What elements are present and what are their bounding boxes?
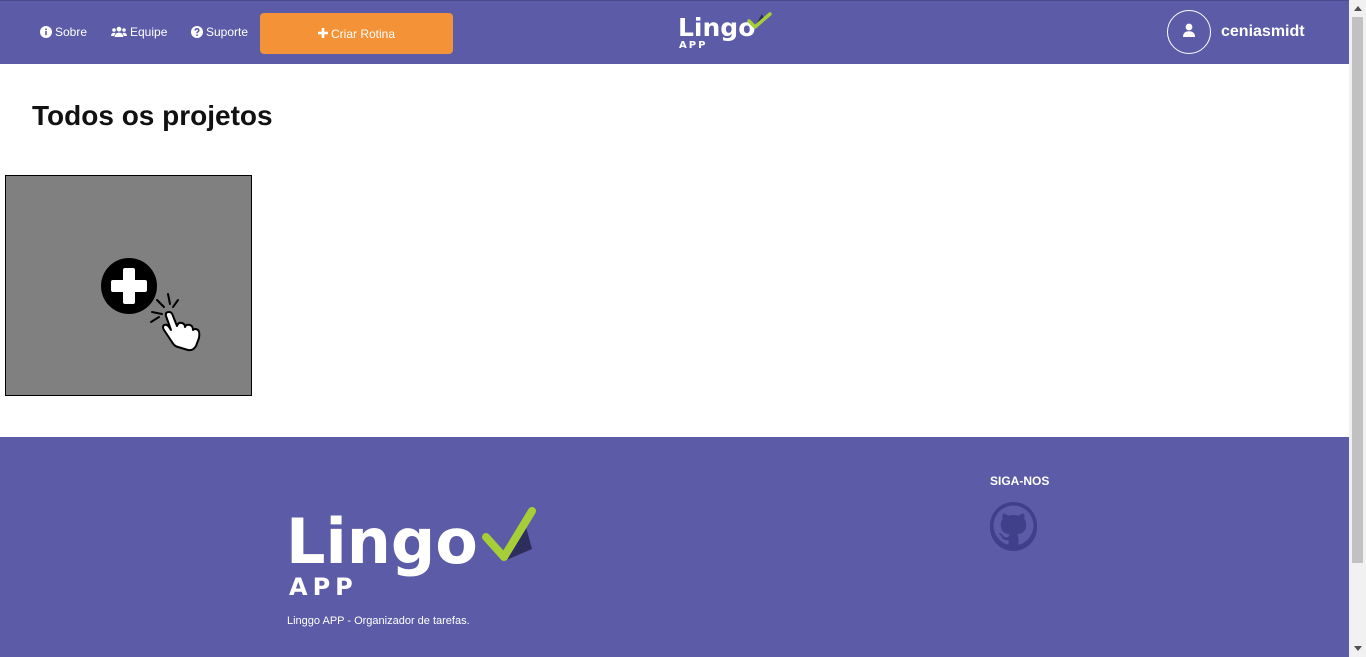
scroll-thumb[interactable] [1352, 17, 1363, 563]
footer-tagline: Linggo APP - Organizador de tarefas. [287, 615, 470, 627]
top-navbar: Sobre Equipe Suporte Criar Rotina Lingo … [0, 0, 1349, 64]
footer-check-icon [482, 507, 536, 561]
page: Sobre Equipe Suporte Criar Rotina Lingo … [0, 0, 1349, 657]
create-routine-label: Criar Rotina [330, 26, 396, 41]
scroll-up-arrow[interactable] [1349, 0, 1366, 17]
user-icon [1183, 23, 1195, 42]
add-click-icon [101, 258, 201, 352]
vertical-scrollbar[interactable] [1349, 0, 1366, 657]
scroll-down-arrow[interactable] [1349, 640, 1366, 657]
username-link[interactable]: ceniasmidt [1221, 23, 1305, 41]
logo-word: Lingo [678, 13, 755, 42]
nav-suporte-link[interactable]: Suporte [191, 25, 248, 39]
logo-sub: APP [679, 40, 707, 51]
github-link[interactable] [990, 501, 1037, 554]
users-icon [111, 26, 127, 38]
nav-sobre-link[interactable]: Sobre [40, 25, 87, 39]
user-avatar-button[interactable] [1167, 10, 1211, 54]
footer: Lingo APP Linggo APP - Organizador de ta… [0, 437, 1349, 657]
nav-equipe-label: Equipe [130, 25, 168, 39]
nav-equipe-link[interactable]: Equipe [111, 25, 167, 39]
create-routine-button[interactable]: Criar Rotina [260, 13, 453, 54]
new-project-card[interactable] [5, 175, 252, 396]
nav-suporte-label: Suporte [206, 25, 249, 39]
header-logo[interactable]: Lingo APP [676, 11, 772, 53]
follow-us-title: SIGA-NOS [990, 474, 1050, 488]
page-title: Todos os projetos [32, 100, 273, 131]
info-circle-icon [40, 26, 52, 38]
footer-logo: Lingo APP [286, 505, 540, 601]
footer-logo-sub: APP [289, 573, 358, 601]
question-circle-icon [191, 26, 203, 38]
footer-logo-word: Lingo [286, 505, 478, 578]
nav-sobre-label: Sobre [55, 25, 88, 39]
github-icon [990, 501, 1037, 554]
plus-icon [317, 27, 328, 41]
